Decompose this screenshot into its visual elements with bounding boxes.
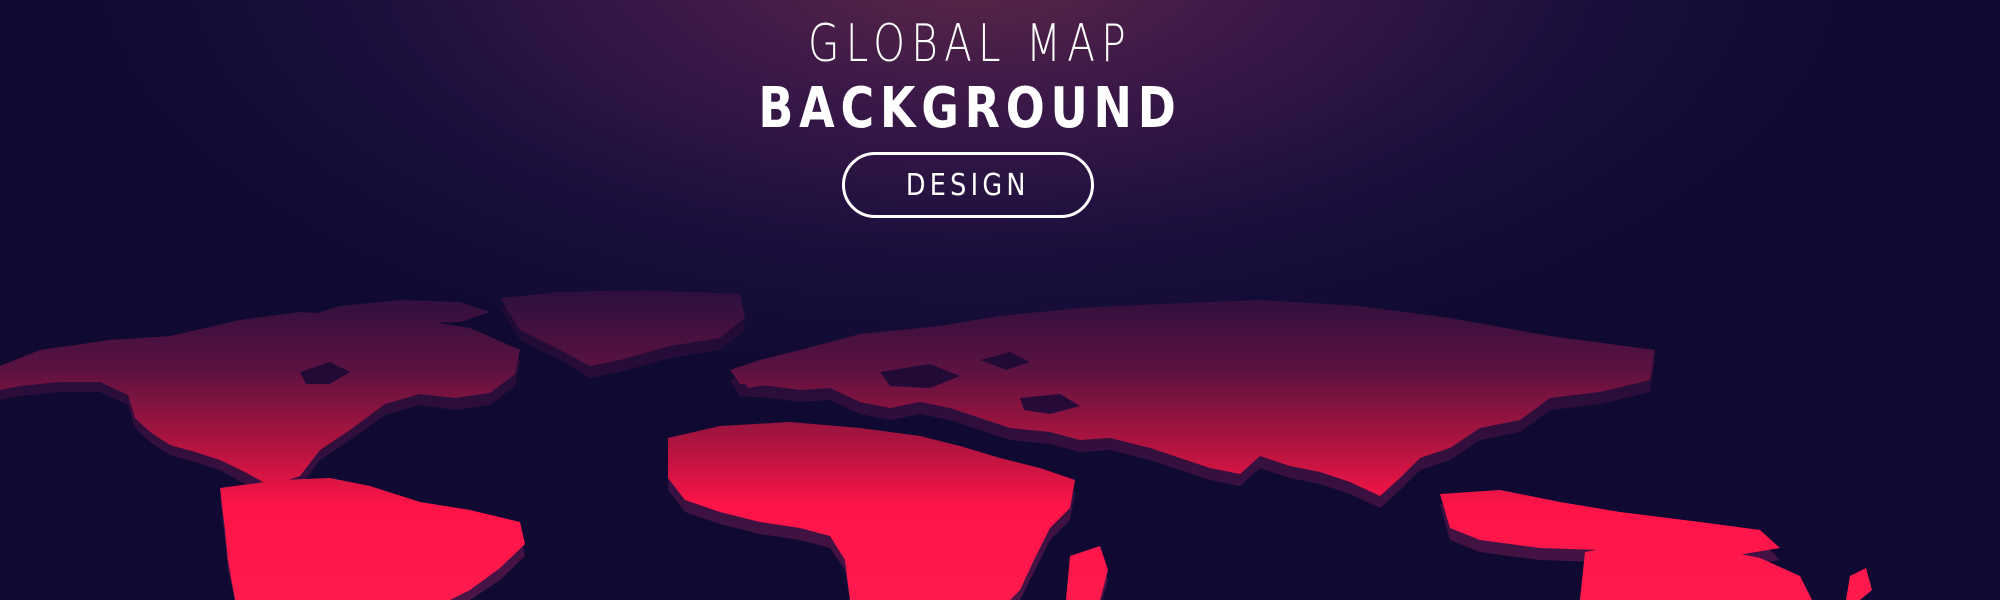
- design-button[interactable]: DESIGN: [842, 152, 1094, 218]
- banner: GLOBAL MAP BACKGROUND DESIGN: [0, 0, 2000, 600]
- map-land: [0, 290, 1872, 600]
- design-button-label: DESIGN: [906, 167, 1030, 203]
- title-line-1: GLOBAL MAP: [808, 14, 1132, 74]
- title-line-2: BACKGROUND: [758, 76, 1182, 141]
